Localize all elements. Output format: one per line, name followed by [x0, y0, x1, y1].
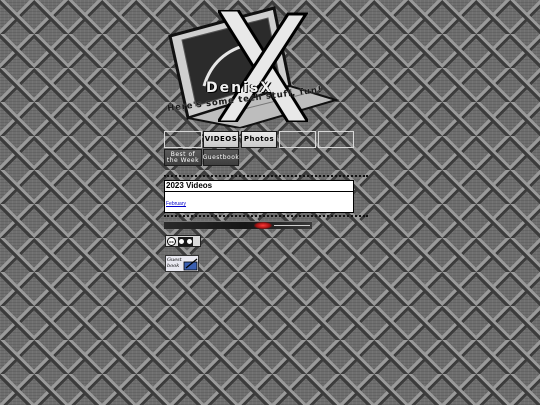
- guestbook-badge-line2: book: [167, 263, 180, 269]
- banner-bar[interactable]: [164, 221, 312, 229]
- bar-streak: [274, 225, 310, 226]
- nav-best-line2: the Week: [166, 156, 200, 164]
- nav-button-best-of-week[interactable]: Best of the Week: [164, 149, 202, 166]
- nav-button-blank-3[interactable]: [318, 131, 354, 148]
- book-pen-icon: [183, 258, 198, 271]
- videos-panel: 2023 Videos February: [164, 180, 354, 213]
- nav-button-videos[interactable]: VIDEOS: [203, 131, 239, 148]
- cc-icon: cc: [167, 236, 176, 246]
- guestbook-badge-text: Guest book: [167, 257, 183, 269]
- nav-button-blank-1[interactable]: [164, 131, 202, 148]
- license-terms-icon: [178, 236, 193, 246]
- divider-bottom: [164, 215, 368, 217]
- divider-top: [164, 175, 368, 177]
- creative-commons-badge[interactable]: cc: [165, 235, 201, 247]
- february-link[interactable]: February: [166, 201, 353, 207]
- nav-button-photos[interactable]: Photos: [241, 131, 277, 148]
- red-glow-icon: [254, 222, 272, 229]
- nav-button-blank-2[interactable]: [279, 131, 316, 148]
- nav-button-guestbook[interactable]: Guestbook: [203, 149, 239, 166]
- videos-panel-title: 2023 Videos: [165, 181, 353, 192]
- guestbook-badge[interactable]: Guest book: [165, 255, 199, 272]
